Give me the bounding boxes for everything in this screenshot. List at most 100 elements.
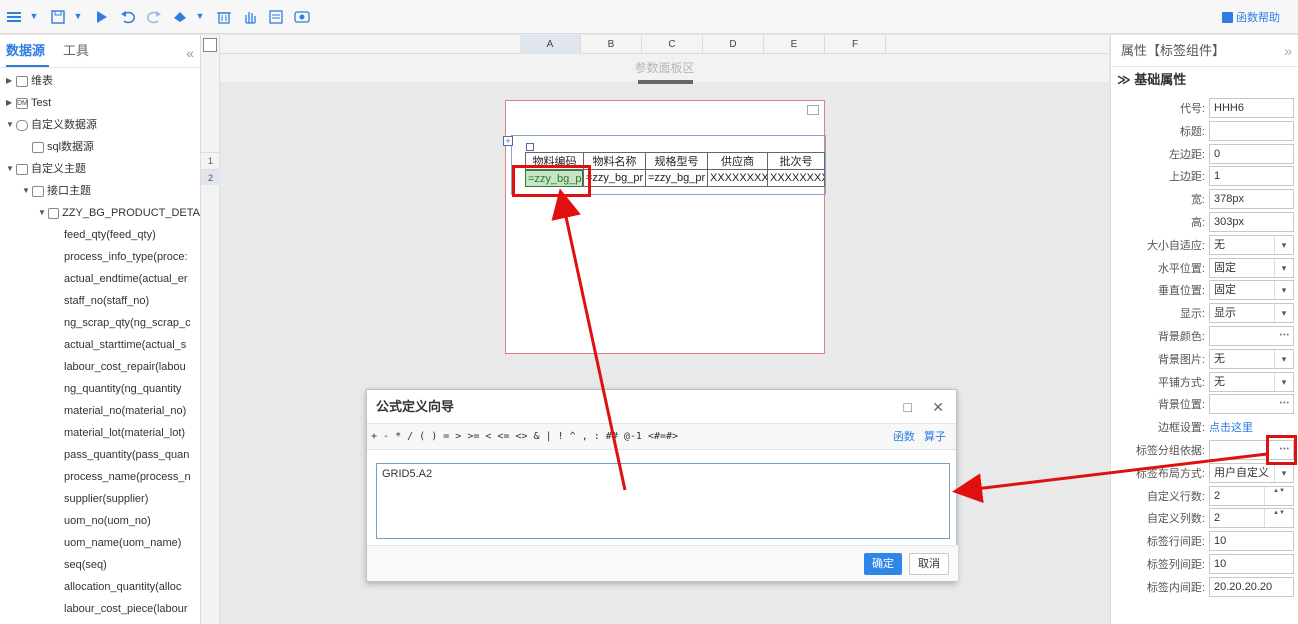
tree-toggle-icon[interactable]: ▼ bbox=[6, 158, 16, 180]
tab-datasource[interactable]: 数据源 bbox=[6, 40, 50, 67]
parameter-panel-area[interactable]: 参数面板区 bbox=[220, 54, 1109, 84]
property-input[interactable]: 10 bbox=[1209, 531, 1294, 552]
tree-toggle-icon[interactable]: ▼ bbox=[38, 202, 48, 224]
tab-tools[interactable]: 工具 bbox=[63, 40, 93, 67]
form-icon[interactable] bbox=[268, 6, 284, 28]
tree-item[interactable]: ng_scrap_qty(ng_scrap_c bbox=[0, 312, 200, 334]
tree-item[interactable]: ▼ 接口主题 bbox=[0, 180, 200, 202]
property-input[interactable]: 303px bbox=[1209, 212, 1294, 232]
collapse-panel-icon[interactable]: « bbox=[186, 45, 194, 61]
table-cell[interactable]: XXXXXXXX bbox=[767, 170, 825, 187]
section-basic-properties[interactable]: ≫ 基础属性 bbox=[1111, 67, 1298, 93]
operator-link[interactable]: 算子 bbox=[924, 431, 946, 443]
property-input[interactable]: HHH6 bbox=[1209, 98, 1294, 118]
preview-icon[interactable] bbox=[294, 6, 310, 28]
close-icon[interactable]: ✕ bbox=[932, 390, 944, 424]
expand-panel-icon[interactable]: » bbox=[1284, 35, 1292, 67]
tree-item[interactable]: ng_quantity(ng_quantity bbox=[0, 378, 200, 400]
sheet-corner-icon[interactable] bbox=[203, 38, 217, 52]
property-select[interactable]: 固定 bbox=[1209, 257, 1294, 278]
tree-item[interactable]: ▶ DM Test bbox=[0, 92, 200, 114]
table-cell[interactable]: =zzy_bg_pr bbox=[645, 170, 707, 187]
column-header-a[interactable]: A bbox=[520, 35, 581, 54]
menu-dropdown-icon[interactable]: ▼ bbox=[26, 6, 42, 28]
tree-item[interactable]: material_no(material_no) bbox=[0, 400, 200, 422]
property-input[interactable]: 20.20.20.20 bbox=[1209, 576, 1294, 597]
column-header-b[interactable]: B bbox=[581, 35, 642, 54]
formula-textarea[interactable]: GRID5.A2 bbox=[376, 463, 950, 539]
tree-item[interactable]: pass_quantity(pass_quan bbox=[0, 444, 200, 466]
tree-item[interactable]: ▶ 维表 bbox=[0, 70, 200, 92]
property-select[interactable]: 显示 bbox=[1209, 303, 1294, 324]
paint-dropdown-icon[interactable]: ▼ bbox=[192, 6, 208, 28]
table-header-cell[interactable]: 物料名称 bbox=[583, 152, 645, 170]
tree-item[interactable]: ▼ ZZY_BG_PRODUCT_DETA bbox=[0, 202, 200, 224]
tree-item[interactable]: uom_no(uom_no) bbox=[0, 510, 200, 532]
tree-item[interactable]: process_info_type(proce: bbox=[0, 246, 200, 268]
table-header-cell[interactable]: 供应商 bbox=[707, 152, 767, 170]
tree-item[interactable]: process_name(process_n bbox=[0, 466, 200, 488]
property-select[interactable]: 用户自定义 bbox=[1209, 462, 1294, 483]
ok-button[interactable]: 确定 bbox=[864, 553, 902, 575]
undo-icon[interactable] bbox=[120, 6, 136, 28]
column-header-e[interactable]: E bbox=[764, 35, 825, 54]
hand-icon[interactable] bbox=[242, 6, 258, 28]
tree-item[interactable]: seq(seq) bbox=[0, 554, 200, 576]
tree-item[interactable]: feed_qty(feed_qty) bbox=[0, 224, 200, 246]
property-input[interactable] bbox=[1209, 120, 1294, 141]
save-dropdown-icon[interactable]: ▼ bbox=[70, 6, 86, 28]
property-input[interactable]: 2 bbox=[1209, 508, 1294, 529]
tree-item[interactable]: labour_cost_piece(labour bbox=[0, 598, 200, 620]
tree-item[interactable]: staff_no(staff_no) bbox=[0, 290, 200, 312]
border-settings-link[interactable]: 点击这里 bbox=[1209, 419, 1253, 435]
tree-item[interactable]: actual_endtime(actual_er bbox=[0, 268, 200, 290]
column-header-c[interactable]: C bbox=[642, 35, 703, 54]
tree-item[interactable]: uom_name(uom_name) bbox=[0, 532, 200, 554]
property-more-button[interactable] bbox=[1209, 394, 1294, 415]
table-header-cell[interactable]: 批次号 bbox=[767, 152, 825, 170]
select-handle-icon[interactable] bbox=[526, 143, 534, 151]
table-cell[interactable]: XXXXXXXX bbox=[707, 170, 767, 187]
property-select[interactable]: 固定 bbox=[1209, 280, 1294, 301]
tree-item[interactable]: labour_cost_repair(labou bbox=[0, 356, 200, 378]
row-header-2[interactable]: 2 bbox=[201, 169, 220, 185]
tree-item[interactable]: ▼ 自定义主题 bbox=[0, 158, 200, 180]
page-settings-icon[interactable] bbox=[807, 105, 819, 115]
tree-item[interactable]: material_lot(material_lot) bbox=[0, 422, 200, 444]
column-header-d[interactable]: D bbox=[703, 35, 764, 54]
table-cell[interactable]: =zzy_bg_pr bbox=[583, 170, 645, 187]
property-more-button[interactable] bbox=[1209, 326, 1294, 346]
property-input[interactable]: 10 bbox=[1209, 554, 1294, 574]
property-select[interactable]: 无 bbox=[1209, 348, 1294, 369]
function-link[interactable]: 函数 bbox=[893, 431, 915, 443]
property-input[interactable]: 2 bbox=[1209, 485, 1294, 506]
operator-buttons[interactable]: + - * / ( ) = > >= < <= <> & | ! ^ , : #… bbox=[371, 431, 678, 442]
maximize-icon[interactable]: □ bbox=[904, 390, 912, 424]
property-input[interactable]: 0 bbox=[1209, 143, 1294, 164]
function-help-button[interactable]: 函数帮助 bbox=[1222, 9, 1280, 25]
menu-icon[interactable] bbox=[6, 6, 22, 28]
property-select[interactable]: 无 bbox=[1209, 371, 1294, 392]
tree-item[interactable]: allocation_quantity(alloc bbox=[0, 576, 200, 598]
property-select[interactable]: 无 bbox=[1209, 234, 1294, 255]
delete-icon[interactable] bbox=[216, 6, 232, 28]
tree-item[interactable]: actual_starttime(actual_s bbox=[0, 334, 200, 356]
move-handle-icon[interactable]: + bbox=[503, 136, 513, 146]
column-header-f[interactable]: F bbox=[825, 35, 886, 54]
tree-item[interactable]: supplier(supplier) bbox=[0, 488, 200, 510]
tree-toggle-icon[interactable]: ▼ bbox=[22, 180, 32, 202]
report-page[interactable] bbox=[505, 100, 826, 354]
tree-toggle-icon[interactable]: ▶ bbox=[6, 70, 16, 92]
table-header-cell[interactable]: 规格型号 bbox=[645, 152, 707, 170]
row-header-1[interactable]: 1 bbox=[201, 152, 220, 168]
property-input[interactable]: 1 bbox=[1209, 166, 1294, 187]
save-icon[interactable] bbox=[50, 6, 66, 28]
cancel-button[interactable]: 取消 bbox=[909, 553, 949, 575]
run-icon[interactable] bbox=[94, 6, 110, 28]
tree-toggle-icon[interactable]: ▶ bbox=[6, 92, 16, 114]
tree-item[interactable]: sql数据源 bbox=[0, 136, 200, 158]
tree-toggle-icon[interactable]: ▼ bbox=[6, 114, 16, 136]
redo-icon[interactable] bbox=[146, 6, 162, 28]
paint-icon[interactable] bbox=[172, 6, 188, 28]
parameter-panel-handle[interactable] bbox=[638, 80, 693, 84]
